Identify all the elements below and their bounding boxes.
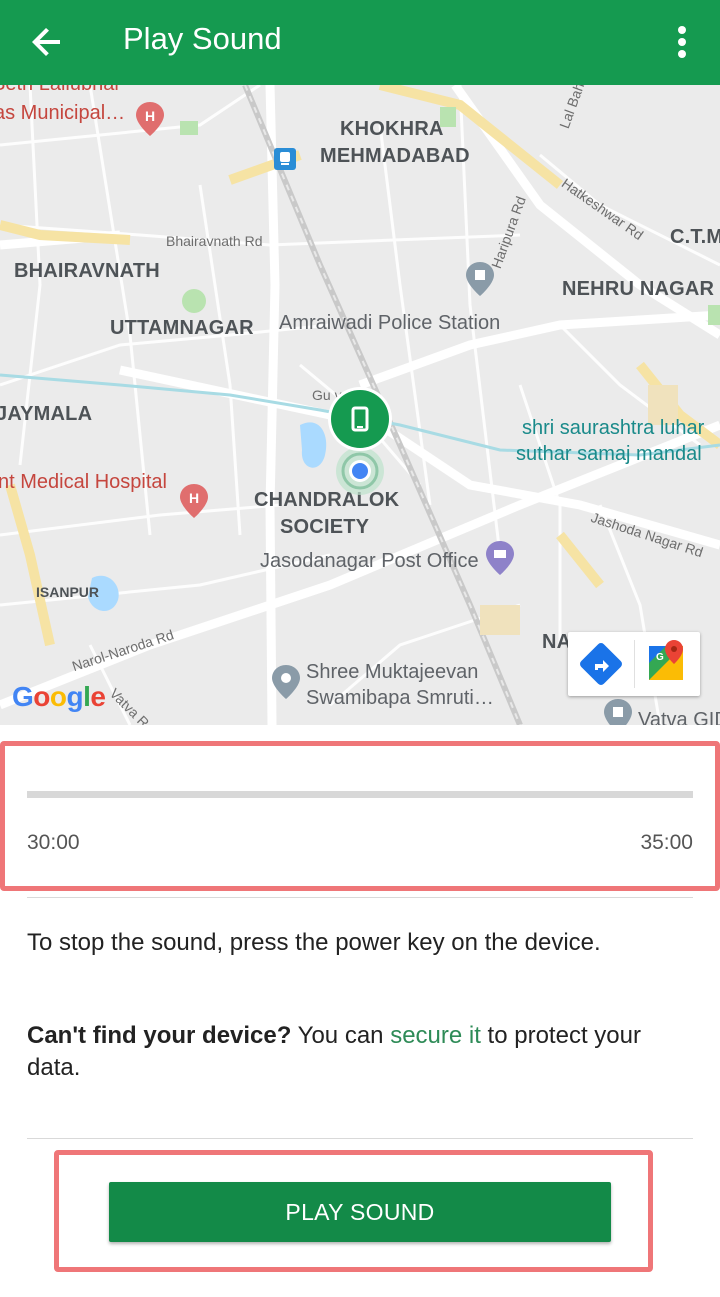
map-label: SOCIETY [280, 516, 370, 538]
map-label: Vatva GID [638, 709, 720, 725]
post-office-pin-icon[interactable] [486, 541, 514, 575]
cant-find-device-text: Can't find your device? You can secure i… [27, 1020, 687, 1084]
map-label: MEHMADABAD [320, 145, 470, 167]
google-maps-icon[interactable]: G [634, 632, 700, 696]
map-label: BHAIRAVNATH [14, 260, 160, 282]
train-station-icon[interactable] [274, 148, 296, 170]
map-label: Bhairavnath Rd [166, 233, 263, 249]
map-label: shri saurashtra luhar [522, 417, 705, 439]
play-sound-region: PLAY SOUND [54, 1150, 653, 1272]
arrow-left-icon[interactable] [24, 18, 72, 66]
page-title: Play Sound [123, 21, 282, 56]
police-pin-icon[interactable] [604, 699, 632, 725]
map-label: as Municipal… [0, 102, 126, 124]
divider [27, 1138, 693, 1139]
map-label: Seth Lallubhai [0, 85, 119, 96]
elapsed-time: 30:00 [27, 831, 80, 854]
map-label: NEHRU NAGAR [562, 278, 715, 300]
map-view[interactable]: H H Seth Lallubhai as Municipal… KHOKHRA… [0, 85, 720, 725]
map-label: C.T.M [670, 226, 720, 248]
sound-progress-bar [27, 791, 693, 798]
device-location-marker[interactable] [326, 387, 396, 497]
more-vert-icon[interactable] [658, 18, 706, 66]
map-label: nt Medical Hospital [0, 471, 167, 493]
police-pin-icon[interactable] [466, 262, 494, 296]
app-bar: Play Sound [0, 0, 720, 85]
map-label: suthar samaj mandal [516, 443, 702, 465]
secure-it-link[interactable]: secure it [390, 1022, 481, 1049]
svg-text:H: H [145, 108, 155, 124]
map-label: KHOKHRA [340, 118, 444, 140]
cant-find-heading: Can't find your device? [27, 1022, 292, 1049]
google-logo: Google [12, 681, 106, 712]
svg-text:H: H [189, 490, 199, 506]
directions-icon[interactable] [568, 632, 634, 696]
total-time: 35:00 [640, 831, 693, 854]
map-label: UTTAMNAGAR [110, 317, 254, 339]
map-label: Shree Muktajeevan [306, 661, 479, 683]
stop-sound-instructions: To stop the sound, press the power key o… [27, 929, 601, 956]
hospital-pin-icon[interactable]: H [136, 102, 164, 136]
svg-text:G: G [656, 652, 664, 663]
divider [27, 897, 693, 898]
cant-find-text: You can [291, 1022, 391, 1049]
map-toolbar: G [568, 632, 700, 696]
hospital-pin-icon[interactable]: H [180, 484, 208, 518]
map-label: Swamibapa Smruti… [306, 687, 494, 709]
sound-timer-panel: 30:00 35:00 [0, 741, 720, 891]
temple-pin-icon[interactable] [272, 665, 300, 699]
map-label: Amraiwadi Police Station [279, 312, 501, 334]
play-sound-button[interactable]: PLAY SOUND [109, 1182, 611, 1242]
map-label: JAYMALA [0, 403, 93, 425]
map-label: ISANPUR [36, 584, 100, 600]
map-label: Jasodanagar Post Office [260, 550, 479, 572]
